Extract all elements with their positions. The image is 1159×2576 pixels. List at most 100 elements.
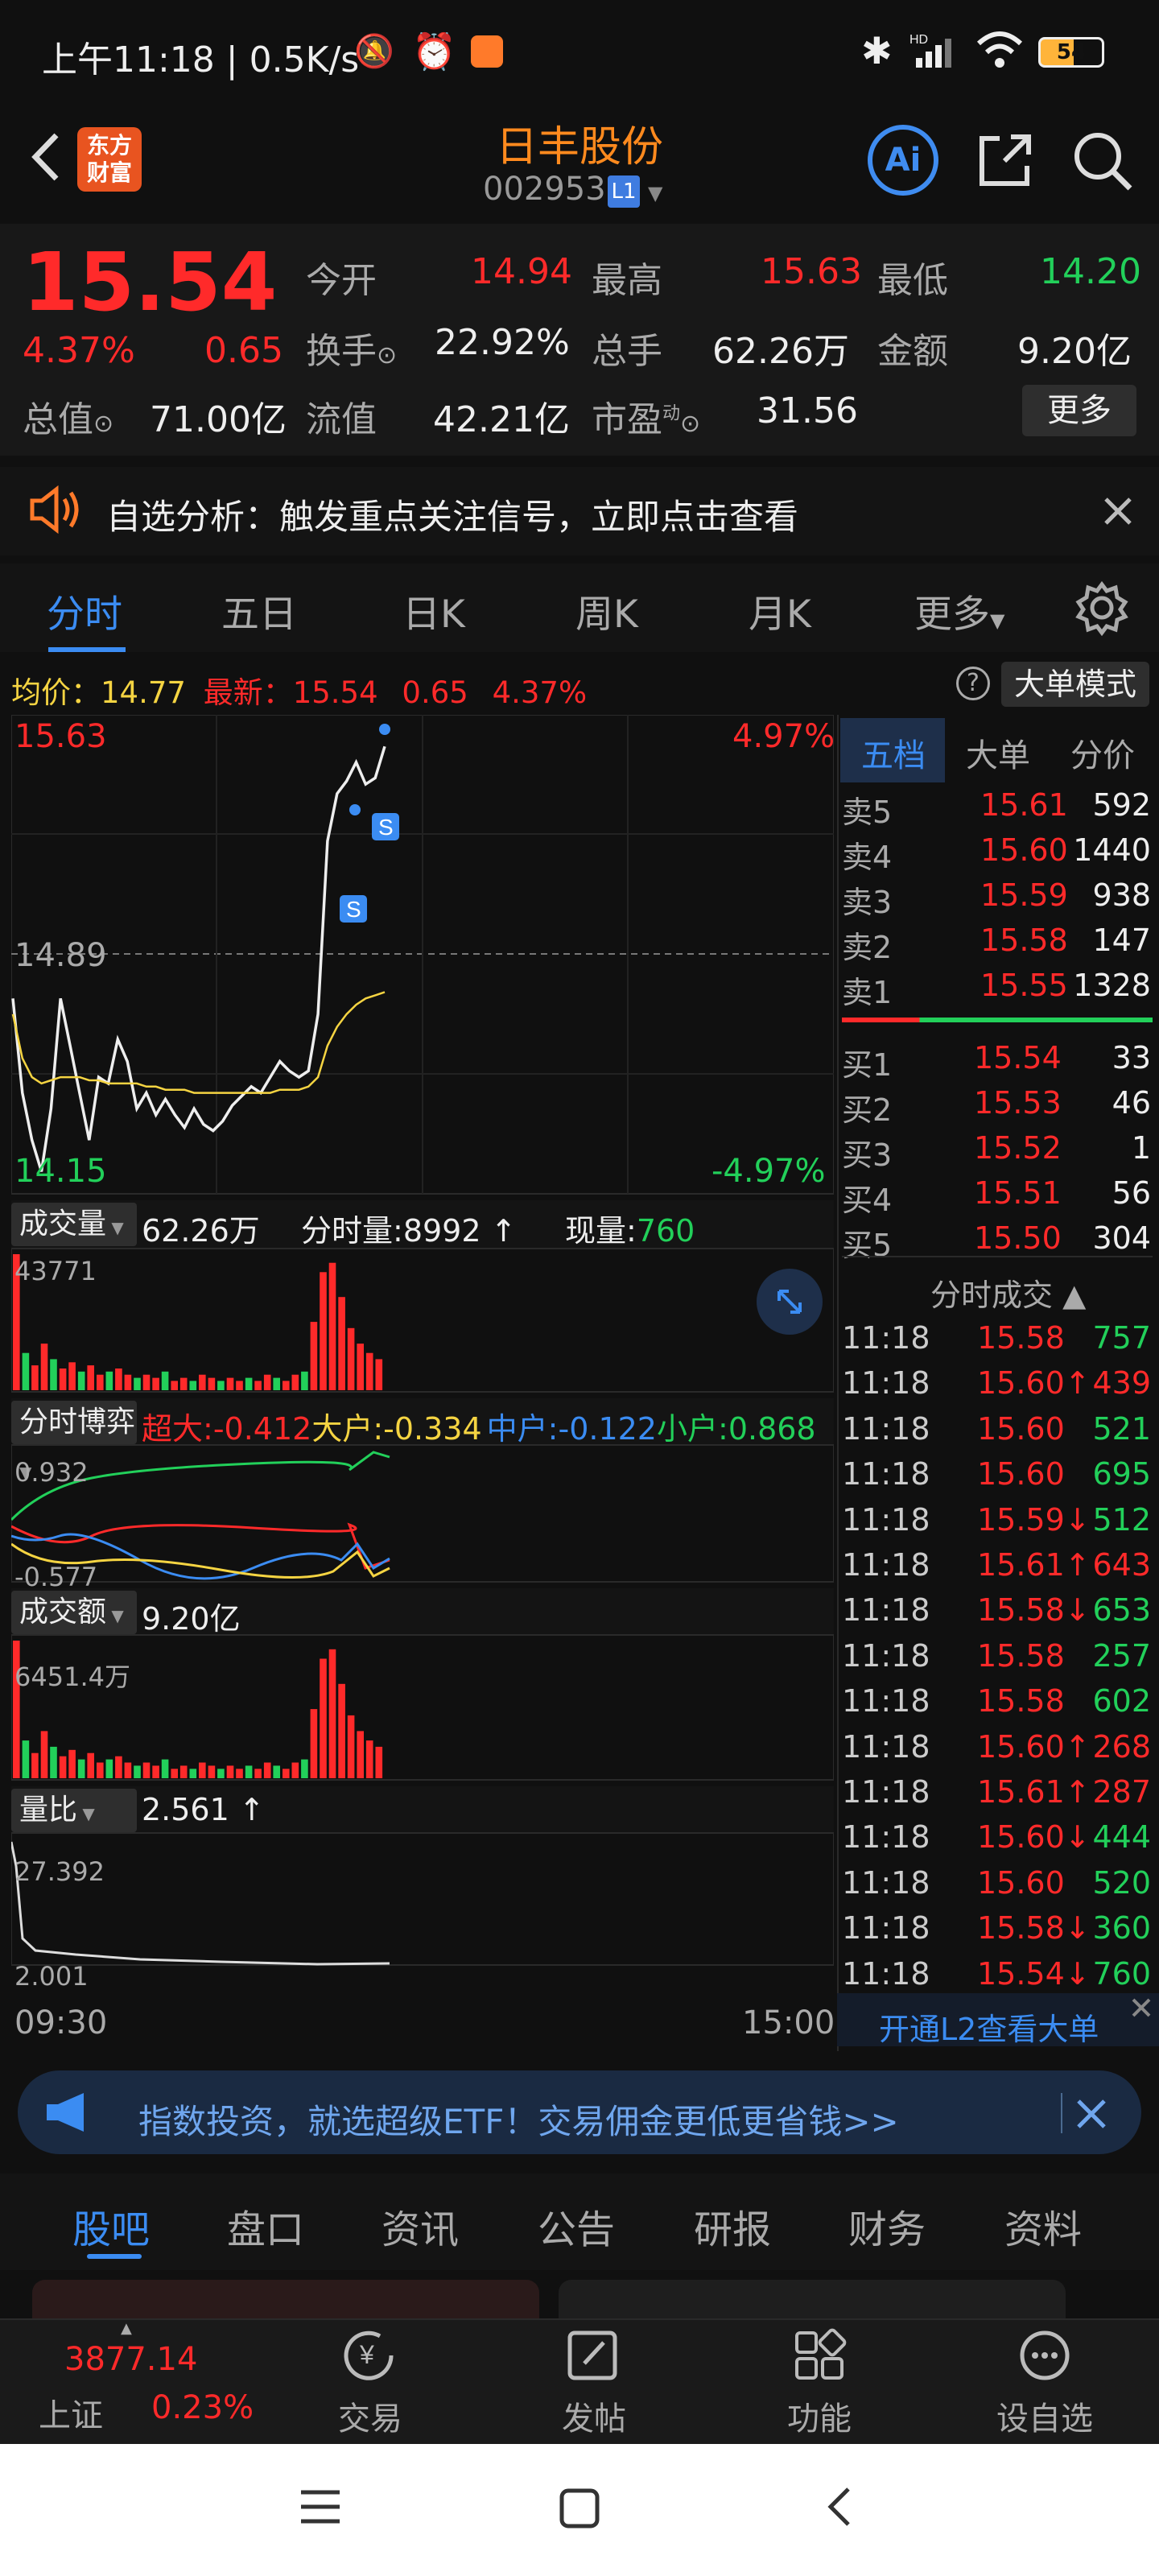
price-info-line: 均价：14.77 最新：15.54 0.65 4.37% [11, 675, 588, 710]
l2-upsell-text[interactable]: 开通L2查看大单 [879, 2004, 1099, 2049]
tab-daily-k[interactable]: 日K [402, 583, 465, 638]
nav-function[interactable]: 功能 [787, 2392, 852, 2439]
trade-volume: 643 [1092, 1547, 1151, 1583]
search-icon[interactable] [1070, 129, 1135, 193]
amount-selector[interactable]: 成交额 ▼ [11, 1591, 137, 1634]
sell-level-volume: 938 [1092, 877, 1151, 913]
sell-level-volume: 1328 [1073, 968, 1151, 1003]
system-back-icon[interactable] [818, 2484, 863, 2529]
amount-bar [283, 1769, 290, 1778]
x-start-label: 09:30 [14, 2004, 108, 2041]
add-watchlist-icon[interactable] [1016, 2326, 1080, 2383]
chevron-down-icon[interactable]: ▼ [648, 182, 662, 204]
alert-text[interactable]: 自选分析：触发重点关注信号，立即点击查看 [106, 489, 798, 539]
l2-close-icon[interactable] [1128, 1995, 1154, 2021]
more-button[interactable]: 更多 [1022, 385, 1136, 436]
expand-icon[interactable] [757, 1269, 823, 1335]
volume-bar [124, 1374, 132, 1390]
alarm-icon: ⏰ [412, 31, 456, 72]
settings-gear-icon[interactable] [1074, 580, 1130, 636]
turnover-label: 换手⊙ [306, 331, 398, 372]
buy-level-volume: 304 [1092, 1220, 1151, 1256]
tab-five-day[interactable]: 五日 [221, 583, 297, 638]
volume-bar [40, 1344, 48, 1390]
trade-time: 11:18 [842, 1637, 930, 1674]
index-value[interactable]: 3877.14 [64, 2341, 197, 2378]
sell-level-label: 卖1 [842, 975, 893, 1010]
trade-volume: 653 [1092, 1592, 1151, 1629]
nav-trade[interactable]: 交易 [338, 2392, 402, 2439]
home-icon[interactable] [557, 2486, 602, 2531]
buy-level-price: 15.54 [974, 1040, 1062, 1075]
volume-bar [283, 1381, 290, 1390]
tick-volume: 分时量:8992 ↑ [301, 1213, 517, 1249]
help-icon[interactable]: ? [956, 667, 990, 700]
tab-news[interactable]: 资讯 [382, 2198, 459, 2254]
tab-announcements[interactable]: 公告 [538, 2198, 615, 2254]
tab-price-distribution[interactable]: 分价 [1070, 729, 1135, 776]
tab-forum[interactable]: 股吧 [72, 2198, 150, 2254]
tab-big-order[interactable]: 大单 [966, 729, 1030, 776]
svg-text:S: S [346, 897, 361, 922]
trade-volume: 757 [1092, 1320, 1151, 1356]
change-pct: 4.37% [23, 330, 135, 371]
amount-bar [208, 1765, 216, 1778]
post-icon[interactable] [563, 2326, 628, 2383]
trade-time: 11:18 [842, 1410, 930, 1447]
trade-price: 15.60↓ [977, 1819, 1091, 1856]
trade-volume: 439 [1092, 1365, 1151, 1402]
trade-icon[interactable]: ¥ [338, 2326, 402, 2383]
tab-profile[interactable]: 资料 [1004, 2198, 1082, 2254]
trade-time: 11:18 [842, 1592, 930, 1629]
volume-bar [199, 1374, 206, 1390]
ratio-selector[interactable]: 量比 ▼ [11, 1789, 137, 1832]
tab-research[interactable]: 研报 [694, 2198, 771, 2254]
app-notification-icon [471, 35, 503, 68]
function-icon[interactable] [790, 2326, 855, 2383]
tab-five-level[interactable]: 五档 [861, 729, 926, 776]
tab-market-depth[interactable]: 盘口 [227, 2198, 304, 2254]
trade-price: 15.58 [977, 1683, 1065, 1719]
tab-weekly-k[interactable]: 周K [575, 583, 638, 638]
ai-icon[interactable]: Ai [868, 125, 938, 196]
index-pct[interactable]: 0.23% [151, 2389, 254, 2426]
wifi-icon [975, 31, 1024, 69]
open-label: 今开 [306, 260, 377, 301]
trade-price: 15.60↑ [977, 1365, 1091, 1402]
volume-bar [50, 1359, 57, 1390]
game-selector[interactable]: 分时博弈 ▼ [11, 1401, 137, 1482]
tab-finance[interactable]: 财务 [848, 2198, 926, 2254]
trade-marker-dot [349, 804, 361, 815]
trade-price: 15.58↓ [977, 1592, 1091, 1629]
nav-add-watchlist[interactable]: 设自选 [996, 2392, 1093, 2439]
level-badge[interactable]: L1 [608, 175, 640, 208]
trade-price: 15.61↑ [977, 1547, 1091, 1583]
big-order-mode-button[interactable]: 大单模式 [1001, 662, 1149, 707]
tab-more[interactable]: 更多▼ [914, 583, 1004, 638]
buy-level-price: 15.52 [974, 1130, 1062, 1166]
sell-level-label: 卖2 [842, 930, 893, 965]
share-icon[interactable] [972, 129, 1037, 193]
banner-close-icon[interactable] [1074, 2096, 1109, 2132]
etf-banner-text[interactable]: 指数投资，就选超级ETF！交易佣金更低更省钱>> [138, 2095, 899, 2144]
trades-title[interactable]: 分时成交 ▲ [930, 1270, 1086, 1315]
amount-bar [50, 1746, 57, 1778]
menu-icon[interactable] [298, 2484, 343, 2529]
volume-bar [263, 1374, 271, 1390]
tab-intraday[interactable]: 分时 [47, 583, 122, 638]
sell-level-label: 卖4 [842, 840, 893, 875]
buy-level-label: 买5 [842, 1228, 893, 1263]
index-name[interactable]: 上证 [39, 2389, 103, 2436]
amount-bar [142, 1762, 151, 1778]
amount-total: 9.20亿 [142, 1601, 241, 1637]
pct-high-label: 4.97% [732, 718, 835, 755]
volume-bar [142, 1374, 151, 1390]
volume-selector[interactable]: 成交量 ▼ [11, 1203, 137, 1246]
tab-monthly-k[interactable]: 月K [749, 583, 811, 638]
nav-post[interactable]: 发帖 [562, 2392, 626, 2439]
game-min-label: -0.577 [14, 1562, 98, 1592]
close-icon[interactable] [1099, 493, 1136, 530]
trade-time: 11:18 [842, 1501, 930, 1538]
trade-price: 15.58 [977, 1320, 1065, 1356]
buy-level-volume: 33 [1112, 1040, 1151, 1075]
